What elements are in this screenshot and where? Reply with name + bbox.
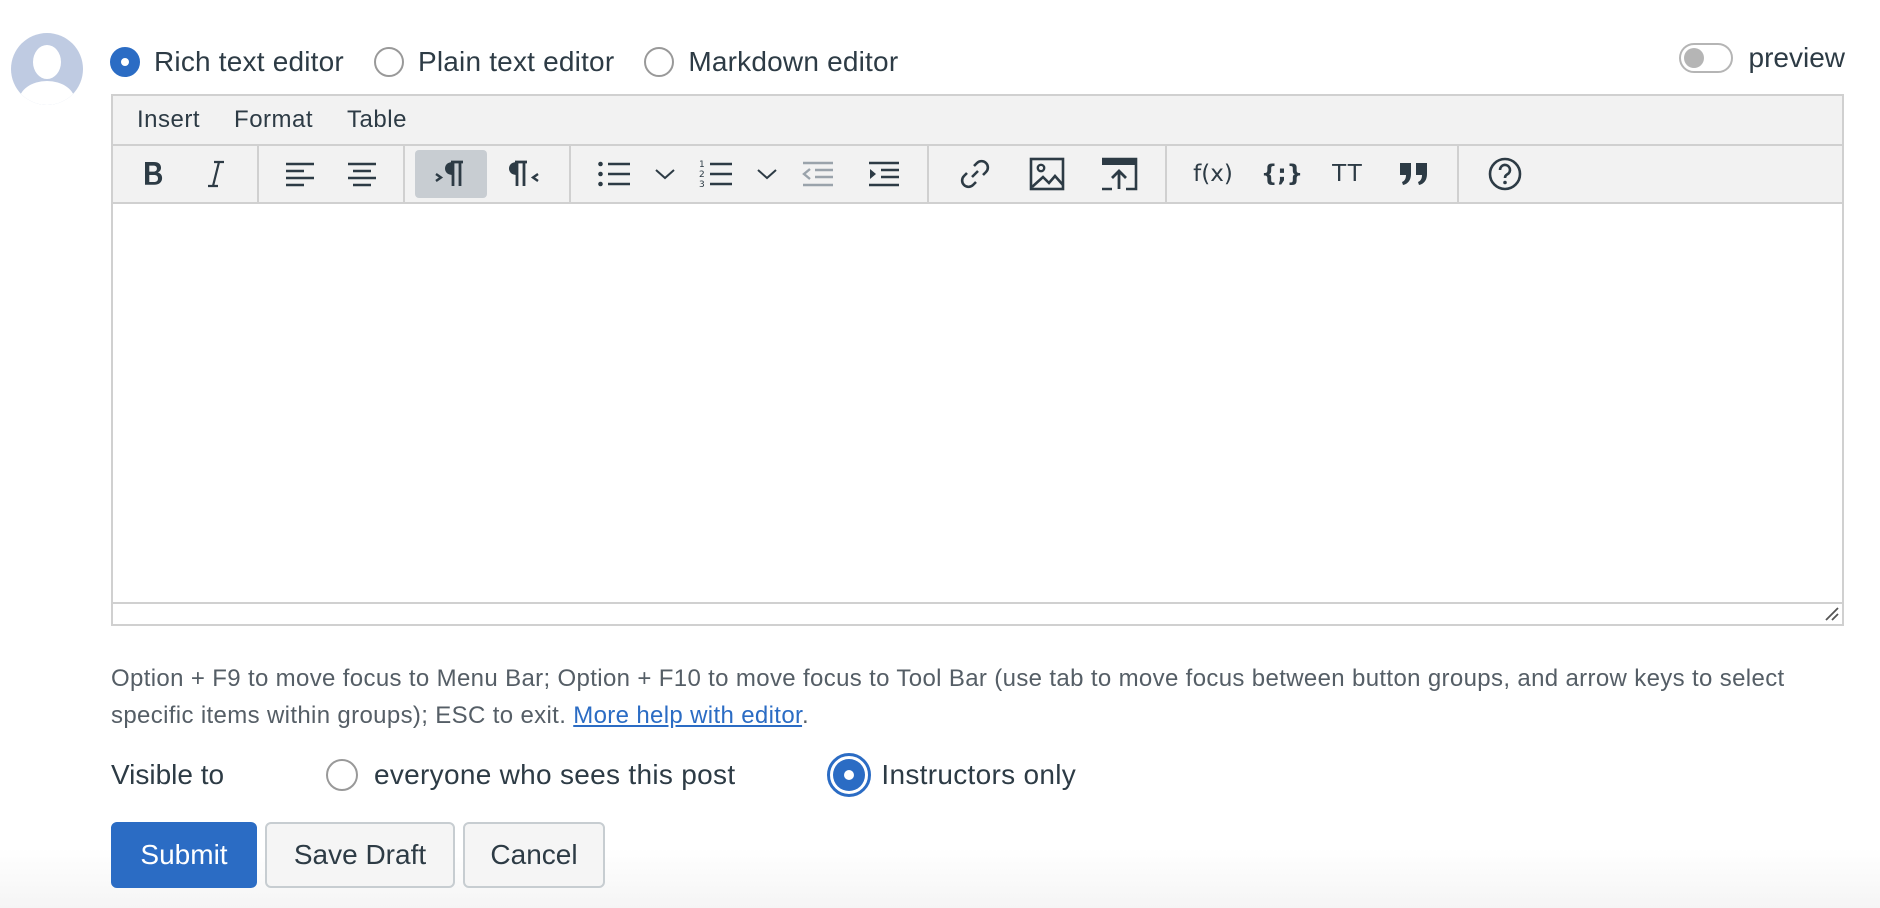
visible-to-label: Visible to	[111, 759, 225, 790]
user-avatar	[11, 33, 83, 105]
visibility-instructors-option[interactable]: Instructors only	[827, 753, 1076, 797]
help-button[interactable]	[1469, 150, 1541, 198]
preview-label: preview	[1748, 42, 1845, 73]
rich-text-editor: Insert Format Table 1 2 3 f(x) {;} TT	[111, 94, 1844, 626]
monospace-button[interactable]: TT	[1315, 150, 1381, 198]
numbered-list-button[interactable]: 1 2 3	[683, 150, 749, 198]
rich-text-editor-option[interactable]: Rich text editor	[110, 46, 344, 78]
toolbar-group-alignment	[259, 146, 405, 202]
visibility-selector: Visible to everyone who sees this post I…	[111, 752, 1076, 798]
bold-icon	[145, 162, 163, 185]
outdent-button[interactable]	[785, 150, 851, 198]
image-button[interactable]	[1011, 150, 1083, 198]
ltr-button[interactable]	[415, 150, 487, 198]
quote-icon	[1400, 163, 1427, 185]
upload-icon	[1102, 157, 1138, 191]
save-draft-button[interactable]: Save Draft	[265, 822, 455, 888]
preview-toggle-group: preview	[1678, 42, 1845, 74]
indent-button[interactable]	[851, 150, 917, 198]
avatar-head-icon	[33, 45, 61, 79]
svg-text:3: 3	[699, 180, 705, 190]
bold-button[interactable]	[123, 150, 185, 198]
toolbar-group-code: f(x) {;} TT	[1167, 146, 1459, 202]
align-center-button[interactable]	[331, 150, 393, 198]
toolbar-group-text-style	[113, 146, 259, 202]
keyboard-help-text: Option + F9 to move focus to Menu Bar; O…	[111, 660, 1851, 734]
editor-toolbar: 1 2 3 f(x) {;} TT	[113, 146, 1842, 204]
align-left-button[interactable]	[269, 150, 331, 198]
markdown-editor-option[interactable]: Markdown editor	[644, 46, 898, 78]
ltr-icon	[435, 160, 463, 186]
action-buttons: Submit Save Draft Cancel	[111, 822, 613, 888]
editor-content-area[interactable]	[113, 204, 1842, 604]
plain-text-radio[interactable]	[373, 47, 404, 77]
chevron-down-icon	[757, 169, 777, 180]
instructors-label: Instructors only	[881, 759, 1077, 790]
editor-menubar: Insert Format Table	[113, 96, 1842, 146]
svg-text:2: 2	[699, 170, 705, 180]
plain-text-label: Plain text editor	[417, 46, 615, 77]
bullet-list-icon	[598, 161, 630, 187]
outdent-icon	[802, 161, 833, 187]
menu-format[interactable]: Format	[234, 106, 313, 134]
editor-mode-selector: Rich text editor Plain text editor Markd…	[110, 40, 928, 84]
toolbar-group-help	[1459, 146, 1551, 202]
everyone-label: everyone who sees this post	[374, 759, 736, 790]
chevron-down-icon	[655, 169, 675, 180]
quote-button[interactable]	[1381, 150, 1447, 198]
help-suffix: .	[802, 702, 810, 729]
avatar-body-icon	[19, 81, 75, 105]
numbered-list-dropdown[interactable]	[749, 150, 785, 198]
link-button[interactable]	[939, 150, 1011, 198]
italic-button[interactable]	[185, 150, 247, 198]
rtl-icon	[509, 160, 539, 186]
function-icon: f(x)	[1193, 161, 1233, 187]
more-help-link[interactable]: More help with editor	[573, 702, 802, 729]
code-icon: {;}	[1261, 161, 1303, 187]
resize-handle-icon[interactable]	[1822, 604, 1840, 622]
align-left-icon	[286, 162, 314, 187]
reply-composer: Rich text editor Plain text editor Markd…	[0, 0, 1880, 908]
image-icon	[1029, 157, 1065, 191]
preview-toggle[interactable]	[1678, 43, 1733, 73]
rich-text-label: Rich text editor	[154, 46, 344, 77]
markdown-radio[interactable]	[644, 47, 675, 77]
instructors-radio[interactable]	[827, 753, 872, 797]
help-icon	[1488, 157, 1522, 191]
function-button[interactable]: f(x)	[1177, 150, 1249, 198]
markdown-label: Markdown editor	[688, 46, 899, 77]
italic-icon	[208, 160, 224, 188]
plain-text-editor-option[interactable]: Plain text editor	[373, 46, 615, 78]
code-button[interactable]: {;}	[1249, 150, 1315, 198]
visibility-everyone-option[interactable]: everyone who sees this post	[326, 759, 735, 791]
toolbar-group-direction	[405, 146, 571, 202]
upload-button[interactable]	[1083, 150, 1155, 198]
numbered-list-icon: 1 2 3	[699, 160, 732, 190]
cancel-button[interactable]: Cancel	[463, 822, 605, 888]
svg-text:1: 1	[699, 160, 705, 170]
toggle-knob	[1683, 48, 1704, 68]
monospace-icon: TT	[1332, 161, 1364, 187]
align-center-icon	[348, 162, 376, 187]
editor-statusbar	[113, 604, 1842, 624]
link-icon	[960, 159, 990, 189]
submit-button[interactable]: Submit	[111, 822, 257, 888]
toolbar-group-media	[929, 146, 1167, 202]
rtl-button[interactable]	[487, 150, 559, 198]
everyone-radio[interactable]	[326, 759, 358, 791]
help-description: Option + F9 to move focus to Menu Bar; O…	[111, 665, 1785, 729]
menu-insert[interactable]: Insert	[137, 106, 200, 134]
bullet-list-dropdown[interactable]	[647, 150, 683, 198]
menu-table[interactable]: Table	[347, 106, 407, 134]
rich-text-radio[interactable]	[110, 47, 140, 77]
indent-icon	[869, 161, 899, 187]
bullet-list-button[interactable]	[581, 150, 647, 198]
toolbar-group-lists: 1 2 3	[571, 146, 929, 202]
